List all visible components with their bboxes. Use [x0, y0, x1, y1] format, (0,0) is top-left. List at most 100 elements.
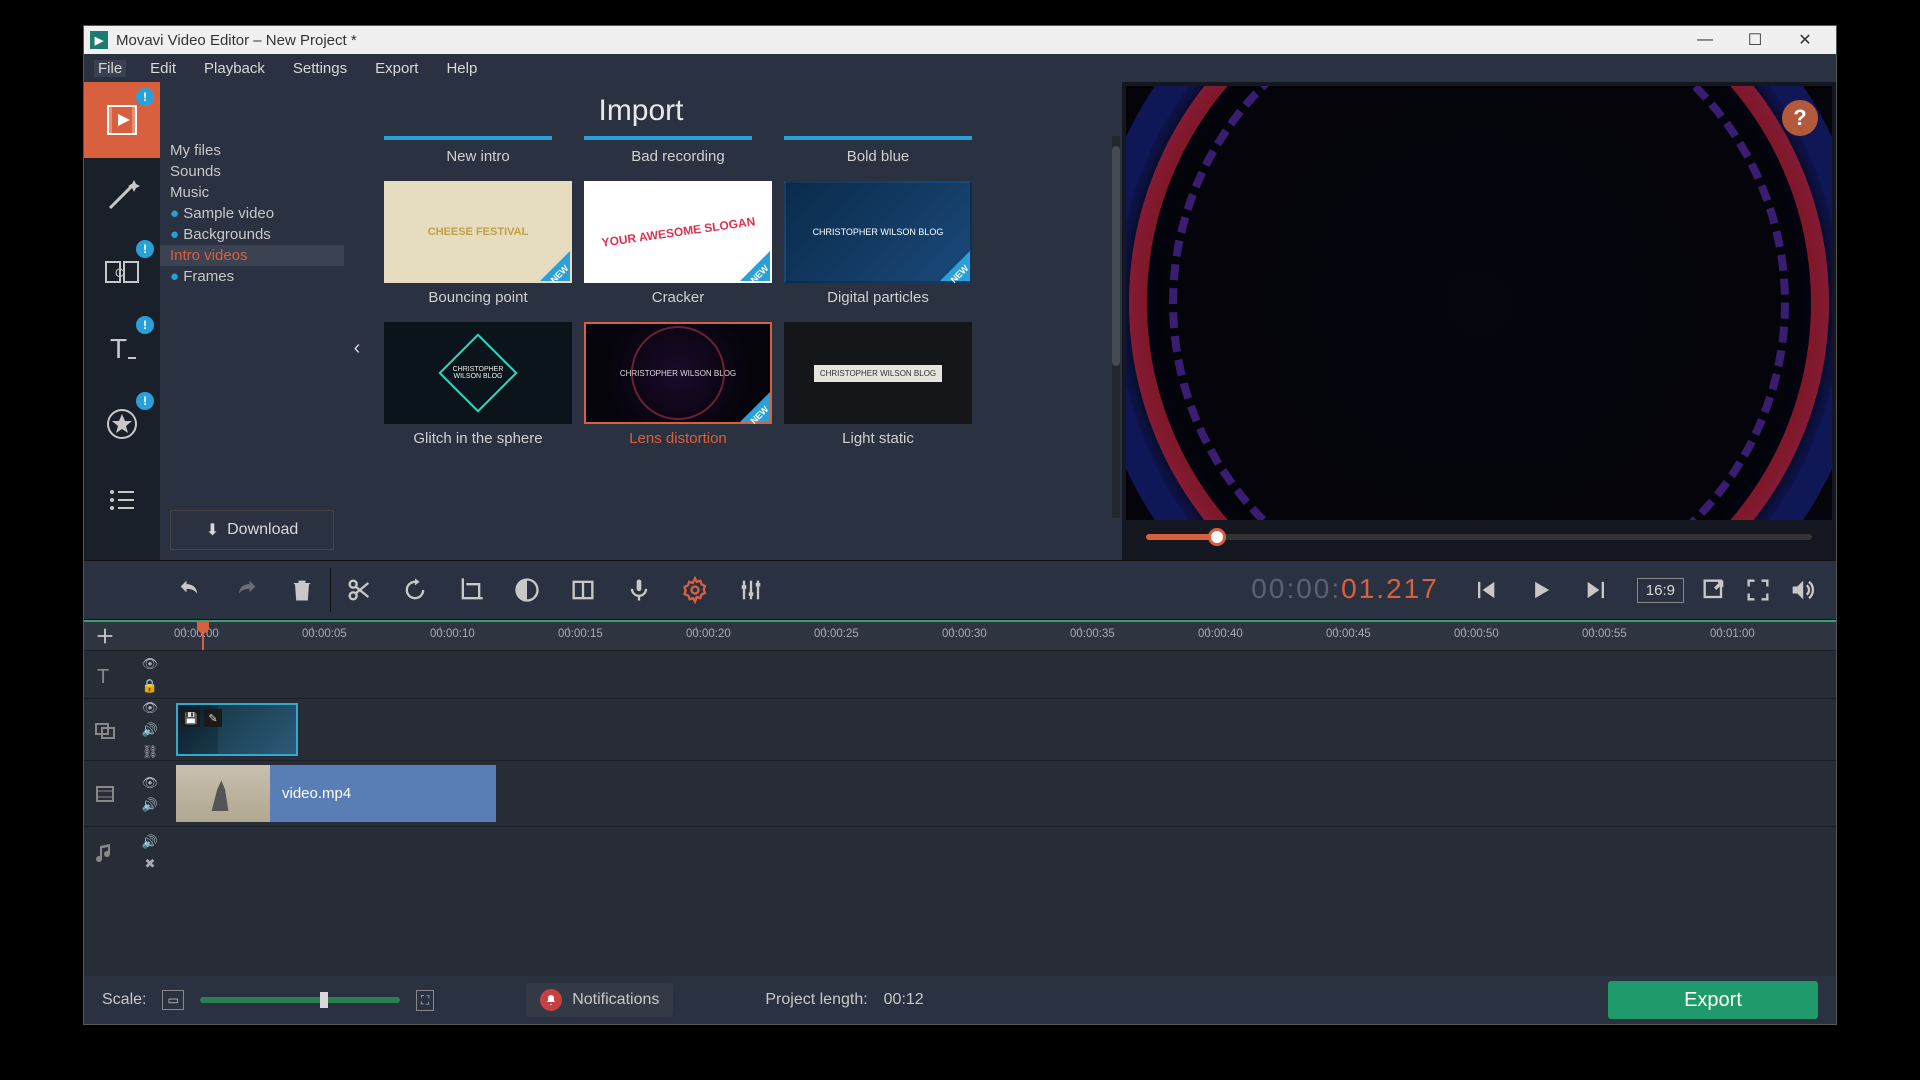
vol-icon[interactable]: 🔊 — [142, 834, 158, 850]
delete-button[interactable] — [274, 562, 330, 618]
trash-icon — [288, 576, 316, 604]
tool-stickers[interactable]: ! — [84, 386, 160, 462]
fullscreen-icon — [1744, 576, 1772, 604]
notifications-button[interactable]: Notifications — [526, 983, 673, 1017]
volume-icon — [1788, 576, 1816, 604]
tool-titles[interactable]: T ! — [84, 310, 160, 386]
category-sidebar: My files Sounds Music Sample video Backg… — [160, 136, 344, 560]
record-button[interactable] — [611, 562, 667, 618]
scissors-icon — [345, 576, 373, 604]
cat-sounds[interactable]: Sounds — [160, 161, 344, 182]
menu-file[interactable]: File — [94, 60, 126, 77]
sliders-icon — [737, 576, 765, 604]
overlay-icon — [93, 718, 117, 742]
grid-item[interactable]: YOUR AWESOME SLOGANNEWCracker — [584, 175, 772, 306]
zoom-fit-icon[interactable]: ⛶ — [416, 990, 434, 1011]
video-track: 👁 🔊 video.mp4 — [84, 760, 1836, 826]
grid-item[interactable]: CHEESE FESTIVALNEWBouncing point — [384, 175, 572, 306]
equalizer-button[interactable] — [723, 562, 779, 618]
vol-icon[interactable]: 🔊 — [142, 797, 158, 813]
overlay-track: 👁 🔊 ⛓ 💾✎ — [84, 698, 1836, 760]
help-button[interactable]: ? — [1782, 100, 1818, 136]
cat-backgrounds[interactable]: Backgrounds — [160, 224, 344, 245]
redo-button[interactable] — [218, 562, 274, 618]
maximize-button[interactable]: ☐ — [1730, 26, 1780, 54]
aspect-ratio[interactable]: 16:9 — [1637, 578, 1684, 603]
seek-handle[interactable] — [1208, 528, 1226, 546]
detach-button[interactable] — [1692, 562, 1736, 618]
play-button[interactable] — [1513, 562, 1569, 618]
gear-icon — [681, 576, 709, 604]
menu-edit[interactable]: Edit — [146, 60, 180, 77]
menu-settings[interactable]: Settings — [289, 60, 351, 77]
cat-my-files[interactable]: My files — [160, 140, 344, 161]
crop-button[interactable] — [443, 562, 499, 618]
preview-video: ? — [1126, 86, 1832, 520]
cat-intro-videos[interactable]: Intro videos — [160, 245, 344, 266]
prev-frame-button[interactable] — [1457, 562, 1513, 618]
badge-icon: ! — [136, 240, 154, 258]
scale-handle[interactable] — [320, 992, 328, 1008]
eye-icon[interactable]: 👁 — [142, 775, 159, 791]
vol-icon[interactable]: 🔊 — [142, 722, 158, 738]
status-bar: Scale: ▭ ⛶ Notifications Project length:… — [84, 976, 1836, 1024]
cut-button[interactable] — [331, 562, 387, 618]
transition-icon: C — [102, 252, 142, 292]
export-button[interactable]: Export — [1608, 981, 1818, 1019]
collapse-sidebar-button[interactable]: ‹ — [344, 136, 370, 560]
grid-item[interactable]: CHRISTOPHER WILSON BLOGNEWDigital partic… — [784, 175, 972, 306]
tool-filters[interactable] — [84, 158, 160, 234]
video-clip[interactable]: video.mp4 — [176, 765, 496, 822]
eye-icon[interactable]: 👁 — [142, 656, 159, 672]
badge-icon: ! — [136, 392, 154, 410]
grid-scroll-thumb[interactable] — [1112, 146, 1120, 366]
cat-sample-video[interactable]: Sample video — [160, 203, 344, 224]
panel-title: Import — [160, 82, 1122, 136]
download-button[interactable]: ⬇ Download — [170, 510, 334, 550]
link-icon[interactable]: ⛓ — [142, 744, 159, 760]
grid-item[interactable]: Bold blue — [784, 136, 972, 165]
zoom-out-icon[interactable]: ▭ — [162, 990, 183, 1010]
undo-button[interactable] — [162, 562, 218, 618]
grid-item[interactable]: CHRISTOPHER WILSON BLOGGlitch in the sph… — [384, 316, 572, 447]
preview-seekbar[interactable] — [1126, 520, 1832, 556]
tool-import[interactable]: ! — [84, 82, 160, 158]
titlebar: ▶ Movavi Video Editor – New Project * — … — [84, 26, 1836, 54]
close-button[interactable]: ✕ — [1780, 26, 1830, 54]
download-icon: ⬇ — [206, 520, 219, 540]
project-length-value: 00:12 — [884, 991, 924, 1009]
clip-icon — [569, 576, 597, 604]
rotate-button[interactable] — [387, 562, 443, 618]
cat-frames[interactable]: Frames — [160, 266, 344, 287]
menu-export[interactable]: Export — [371, 60, 422, 77]
clip-prop-button[interactable] — [555, 562, 611, 618]
next-frame-button[interactable] — [1569, 562, 1625, 618]
grid-item[interactable]: New intro — [384, 136, 572, 165]
menu-playback[interactable]: Playback — [200, 60, 269, 77]
fx-icon[interactable]: ✖ — [145, 856, 156, 872]
overlay-clip[interactable]: 💾✎ — [176, 703, 298, 756]
rotate-icon — [401, 576, 429, 604]
tool-more[interactable] — [84, 462, 160, 538]
time-ruler[interactable]: 00:00:0000:00:0500:00:1000:00:1500:00:20… — [174, 622, 1836, 650]
tool-transitions[interactable]: C ! — [84, 234, 160, 310]
import-panel: Import My files Sounds Music Sample vide… — [160, 82, 1122, 560]
lock-icon[interactable]: 🔒 — [142, 678, 158, 694]
color-button[interactable] — [499, 562, 555, 618]
grid-item[interactable]: CHRISTOPHER WILSON BLOGNEWLens distortio… — [584, 316, 772, 447]
text-icon: T — [102, 328, 142, 368]
minimize-button[interactable]: — — [1680, 26, 1730, 54]
volume-button[interactable] — [1780, 562, 1824, 618]
menu-help[interactable]: Help — [442, 60, 481, 77]
timeline: 00:00:0000:00:0500:00:1000:00:1500:00:20… — [84, 622, 1836, 976]
timecode-display: 00:00:01.217 — [1233, 573, 1457, 607]
fullscreen-button[interactable] — [1736, 562, 1780, 618]
edit-toolbar: 00:00:01.217 16:9 — [84, 560, 1836, 620]
settings-button[interactable] — [667, 562, 723, 618]
cat-music[interactable]: Music — [160, 182, 344, 203]
eye-icon[interactable]: 👁 — [142, 700, 159, 716]
scale-slider[interactable] — [200, 997, 400, 1003]
grid-item[interactable]: CHRISTOPHER WILSON BLOGLight static — [784, 316, 972, 447]
grid-item[interactable]: Bad recording — [584, 136, 772, 165]
add-track-button[interactable] — [84, 622, 126, 650]
